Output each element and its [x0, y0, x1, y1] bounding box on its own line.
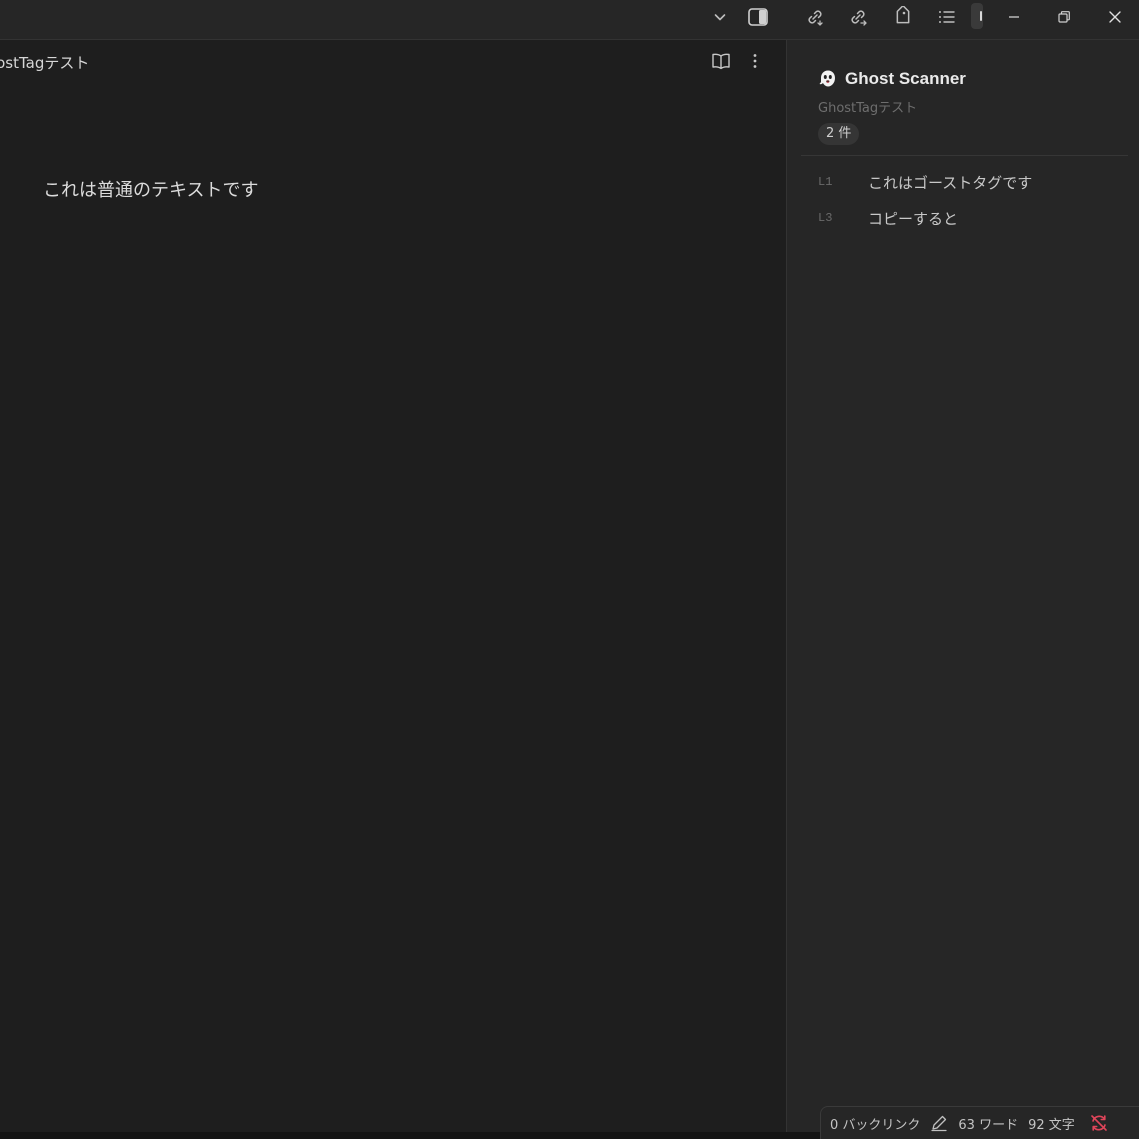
chevron-down-icon[interactable] [708, 0, 732, 34]
bottom-edge [0, 1132, 820, 1139]
note-title[interactable]: GhostTagテスト [0, 52, 89, 73]
result-text: コピーすると [868, 209, 959, 228]
result-count-badge: 2 件 [818, 123, 860, 145]
scanned-file-name: GhostTagテスト [818, 101, 918, 116]
link-outgoing-icon[interactable] [845, 0, 871, 34]
status-bar: 0 バックリンク 63 ワード 92 文字 [820, 1106, 1139, 1139]
more-tabs-handle[interactable] [971, 3, 983, 29]
panel-title: Ghost Scanner [818, 69, 966, 89]
minimize-icon[interactable] [1000, 0, 1028, 34]
pencil-icon[interactable] [930, 1114, 948, 1132]
backlink-count[interactable]: 0 バックリンク [830, 1114, 920, 1133]
sidebar-toggle-icon[interactable] [745, 0, 771, 34]
result-list: L1 これはゴーストタグです L3 コピーすると [818, 164, 1118, 236]
line-number: L3 [818, 211, 833, 225]
editor-pane[interactable]: GhostTagテスト これは普通のテキストです [0, 40, 786, 1139]
result-item[interactable]: L3 コピーすると [818, 200, 1118, 236]
line-number: L1 [818, 175, 833, 189]
more-vertical-icon[interactable] [743, 50, 767, 72]
divider [801, 155, 1128, 156]
book-open-icon[interactable] [709, 50, 733, 72]
editor-header: GhostTagテスト [0, 40, 786, 82]
restore-icon[interactable] [1050, 0, 1078, 34]
list-icon[interactable] [935, 0, 959, 34]
result-item[interactable]: L1 これはゴーストタグです [818, 164, 1118, 200]
note-body-text[interactable]: これは普通のテキストです [43, 176, 258, 202]
title-bar [0, 0, 1139, 40]
close-icon[interactable] [1101, 0, 1129, 34]
sync-error-icon[interactable] [1089, 1113, 1109, 1133]
link-incoming-icon[interactable] [802, 0, 828, 34]
ghost-scanner-panel: Ghost Scanner GhostTagテスト 2 件 L1 これはゴースト… [787, 40, 1139, 1139]
word-count: 63 ワード [958, 1117, 1019, 1133]
tag-icon[interactable] [890, 0, 916, 34]
panel-title-text: Ghost Scanner [845, 69, 966, 88]
ghost-icon [818, 69, 838, 89]
result-text: これはゴーストタグです [868, 173, 1033, 192]
char-count: 92 文字 [1028, 1117, 1075, 1133]
